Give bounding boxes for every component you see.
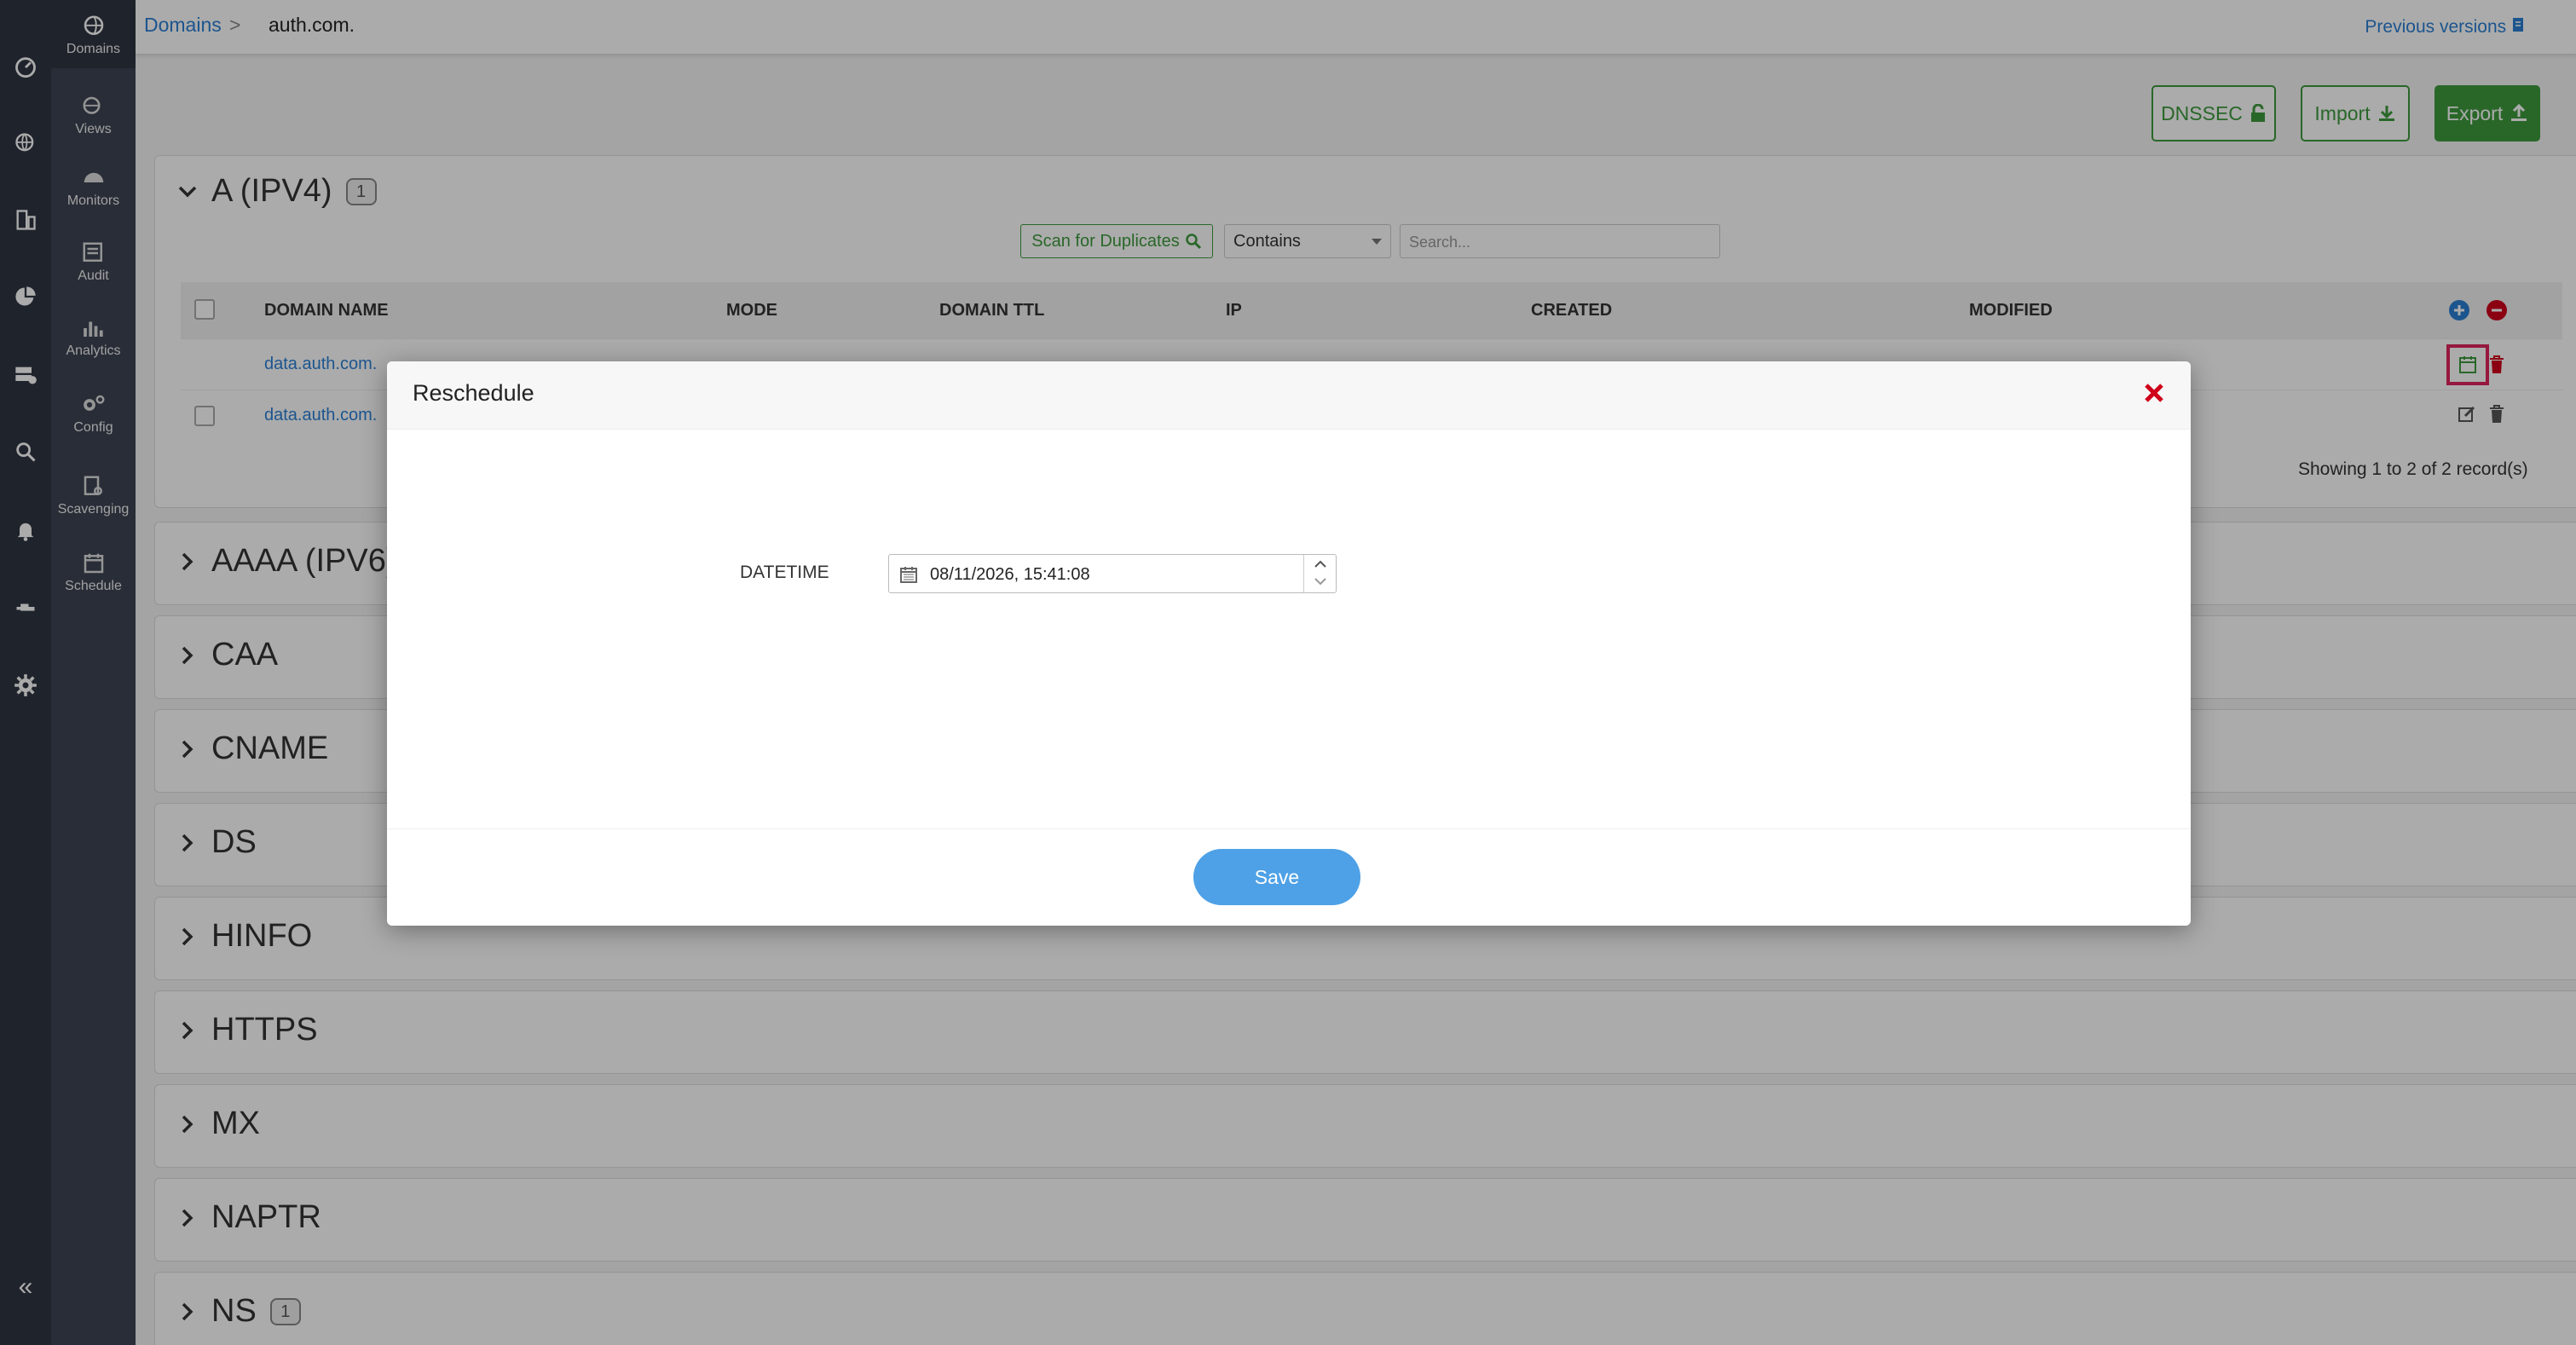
modal-divider (387, 828, 2191, 829)
datetime-value: 08/11/2026, 15:41:08 (930, 565, 1090, 584)
modal-title: Reschedule (413, 380, 534, 406)
close-icon[interactable] (2140, 378, 2169, 407)
chevron-up-icon[interactable] (1313, 557, 1328, 572)
chevron-down-icon[interactable] (1313, 574, 1328, 589)
save-button[interactable]: Save (1193, 849, 1360, 905)
calendar-icon[interactable] (899, 565, 918, 584)
datetime-field[interactable]: 08/11/2026, 15:41:08 (888, 554, 1337, 593)
reschedule-modal: Reschedule DATETIME 08/11/2026, 15:41:08… (387, 361, 2191, 926)
datetime-label: DATETIME (740, 563, 829, 582)
modal-header: Reschedule (387, 361, 2191, 430)
datetime-stepper[interactable] (1303, 555, 1336, 592)
